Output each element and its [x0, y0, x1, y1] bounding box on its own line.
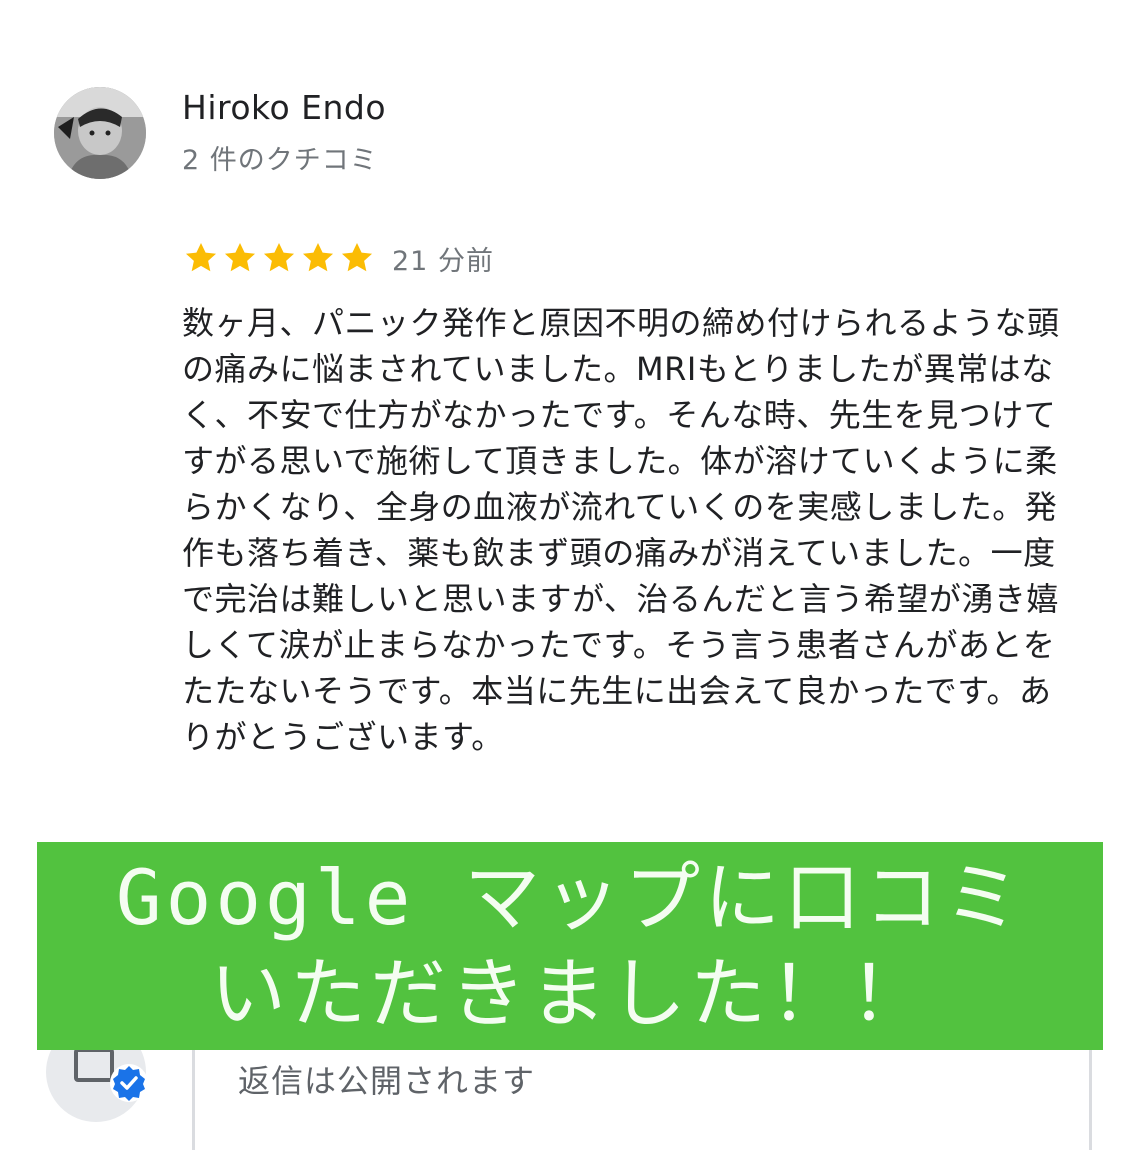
star-icon [302, 242, 334, 272]
reviewer-photo [54, 87, 146, 179]
verified-check-icon [110, 1064, 148, 1102]
star-icon [185, 242, 217, 272]
review-time: 21 分前 [392, 245, 494, 277]
reviewer-avatar[interactable] [54, 87, 146, 179]
banner-line-1: Google マップに口コミ [115, 853, 1025, 942]
reply-placeholder[interactable]: 返信は公開されます [238, 1056, 535, 1102]
star-icon [224, 242, 256, 272]
rating-row: 21 分前 [182, 238, 494, 278]
reviewer-name[interactable]: Hiroko Endo [182, 88, 386, 127]
review-text: 数ヶ月、パニック発作と原因不明の締め付けられるような頭の痛みに悩まされていました… [182, 304, 1060, 756]
review-count: 2 件のクチコミ [182, 145, 378, 176]
star-rating [182, 239, 376, 277]
star-icon [341, 242, 373, 272]
banner-line-2: いただきました！！ [210, 949, 930, 1038]
star-icon [263, 242, 295, 272]
promo-banner: Google マップに口コミ いただきました！！ [37, 842, 1103, 1050]
